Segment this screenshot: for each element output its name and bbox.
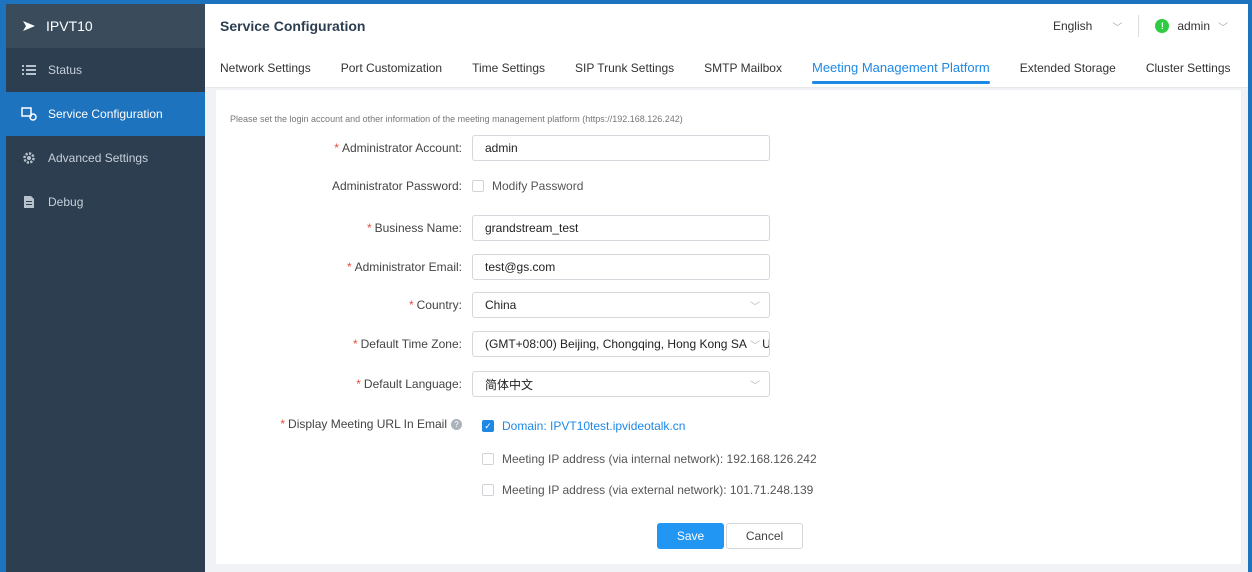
language-label: English — [1052, 19, 1093, 33]
sidebar-item-label: Status — [48, 63, 83, 77]
sidebar-item-status[interactable]: Status — [6, 48, 205, 92]
input-value: test@gs.com — [485, 260, 556, 274]
tab-port-customization[interactable]: Port Customization — [326, 48, 457, 88]
window-border — [1248, 0, 1252, 572]
row-admin-email: * Administrator Email: test@gs.com — [216, 254, 770, 280]
country-select[interactable]: China ﹀ — [472, 292, 770, 318]
admin-email-input[interactable]: test@gs.com — [472, 254, 770, 280]
field-label: Display Meeting URL In Email — [288, 417, 447, 431]
app-brand[interactable]: IPVT10 — [6, 4, 205, 48]
chevron-down-icon: ﹀ — [1218, 22, 1228, 34]
checkbox-label: Domain: IPVT10test.ipvideotalk.cn — [502, 419, 686, 433]
checkbox-label: Meeting IP address (via internal network… — [502, 452, 817, 466]
row-default-language: * Default Language: 简体中文 ﹀ — [216, 371, 770, 397]
checkbox-label: Meeting IP address (via external network… — [502, 483, 814, 497]
tab-meeting-management-platform[interactable]: Meeting Management Platform — [797, 48, 1005, 88]
row-display-url: * Display Meeting URL In Email? — [216, 417, 472, 431]
chevron-down-icon: ﹀ — [1112, 22, 1123, 34]
list-icon — [20, 64, 38, 76]
required-marker: * — [356, 377, 361, 391]
tab-bar: Network Settings Port Customization Time… — [205, 48, 1248, 88]
row-country: * Country: China ﹀ — [216, 292, 770, 318]
checkbox-label: Modify Password — [492, 179, 584, 193]
url-option-domain: ✓ Domain: IPVT10test.ipvideotalk.cn — [482, 419, 685, 433]
service-config-icon — [20, 107, 38, 121]
url-option-internal-ip: Meeting IP address (via internal network… — [482, 452, 817, 466]
field-label: Administrator Account: — [341, 141, 462, 155]
tab-extended-storage[interactable]: Extended Storage — [1005, 48, 1131, 88]
user-menu[interactable]: ! admin ﹀ — [1155, 19, 1228, 34]
field-label: Administrator Password: — [331, 179, 462, 193]
required-marker: * — [366, 221, 372, 235]
select-value: (GMT+08:00) Beijing, Chongqing, Hong Kon… — [485, 337, 770, 351]
business-name-input[interactable]: grandstream_test — [472, 215, 770, 241]
form-hint: Please set the login account and other i… — [230, 114, 683, 124]
chevron-down-icon: ﹀ — [750, 380, 760, 392]
user-status-icon: ! — [1155, 19, 1170, 33]
internal-ip-checkbox[interactable] — [482, 453, 494, 465]
gear-icon — [20, 151, 38, 165]
row-time-zone: * Default Time Zone: (GMT+08:00) Beijing,… — [216, 331, 770, 357]
input-value: grandstream_test — [485, 221, 579, 235]
sidebar-item-label: Advanced Settings — [48, 151, 149, 165]
required-marker: * — [346, 260, 352, 274]
external-ip-checkbox[interactable] — [482, 484, 494, 496]
document-icon — [20, 195, 38, 209]
select-value: China — [485, 298, 517, 312]
language-selector[interactable]: English ﹀ — [1052, 15, 1140, 37]
field-label: Default Language: — [363, 377, 462, 391]
select-value: 简体中文 — [485, 377, 534, 392]
form-actions: Save Cancel — [657, 523, 803, 549]
row-admin-password: Administrator Password: Modify Password — [216, 179, 583, 193]
sidebar-item-label: Debug — [48, 195, 84, 209]
cancel-button[interactable]: Cancel — [726, 523, 803, 549]
tab-sip-trunk-settings[interactable]: SIP Trunk Settings — [560, 48, 689, 88]
sidebar-item-label: Service Configuration — [48, 107, 163, 121]
modify-password-checkbox[interactable] — [472, 180, 484, 192]
app-name: IPVT10 — [46, 18, 93, 34]
tab-cluster-settings[interactable]: Cluster Settings — [1131, 48, 1246, 88]
tab-time-settings[interactable]: Time Settings — [457, 48, 560, 88]
language-select[interactable]: 简体中文 ﹀ — [472, 371, 770, 397]
sidebar-item-debug[interactable]: Debug — [6, 180, 205, 224]
page-title: Service Configuration — [220, 18, 366, 34]
username: admin — [1177, 19, 1210, 33]
save-button[interactable]: Save — [657, 523, 724, 549]
url-option-external-ip: Meeting IP address (via external network… — [482, 483, 813, 497]
logo-icon — [20, 17, 38, 35]
tab-smtp-mailbox[interactable]: SMTP Mailbox — [689, 48, 797, 88]
domain-checkbox[interactable]: ✓ — [482, 420, 494, 432]
field-label: Administrator Email: — [354, 260, 462, 274]
admin-account-input[interactable]: admin — [472, 135, 770, 161]
sidebar-item-service-configuration[interactable]: Service Configuration — [6, 92, 205, 136]
sidebar: IPVT10 Status Service Configuration Adva… — [0, 0, 205, 572]
time-zone-select[interactable]: (GMT+08:00) Beijing, Chongqing, Hong Kon… — [472, 331, 770, 357]
header: Service Configuration English ﹀ ! admin … — [205, 0, 1252, 48]
field-label: Default Time Zone: — [360, 337, 462, 351]
required-marker: * — [334, 141, 339, 155]
required-marker: * — [408, 298, 414, 312]
row-admin-account: * Administrator Account: admin — [216, 135, 770, 161]
field-label: Country: — [416, 298, 462, 312]
form-panel: Please set the login account and other i… — [216, 90, 1242, 564]
row-business-name: * Business Name: grandstream_test — [216, 215, 770, 241]
tab-network-settings[interactable]: Network Settings — [205, 48, 326, 88]
input-value: admin — [485, 141, 518, 155]
field-label: Business Name: — [374, 221, 462, 235]
required-marker: * — [352, 337, 358, 351]
help-icon[interactable]: ? — [451, 418, 462, 430]
sidebar-item-advanced-settings[interactable]: Advanced Settings — [6, 136, 205, 180]
chevron-down-icon: ﹀ — [747, 336, 760, 352]
chevron-down-icon: ﹀ — [750, 301, 760, 313]
required-marker: * — [280, 417, 286, 431]
